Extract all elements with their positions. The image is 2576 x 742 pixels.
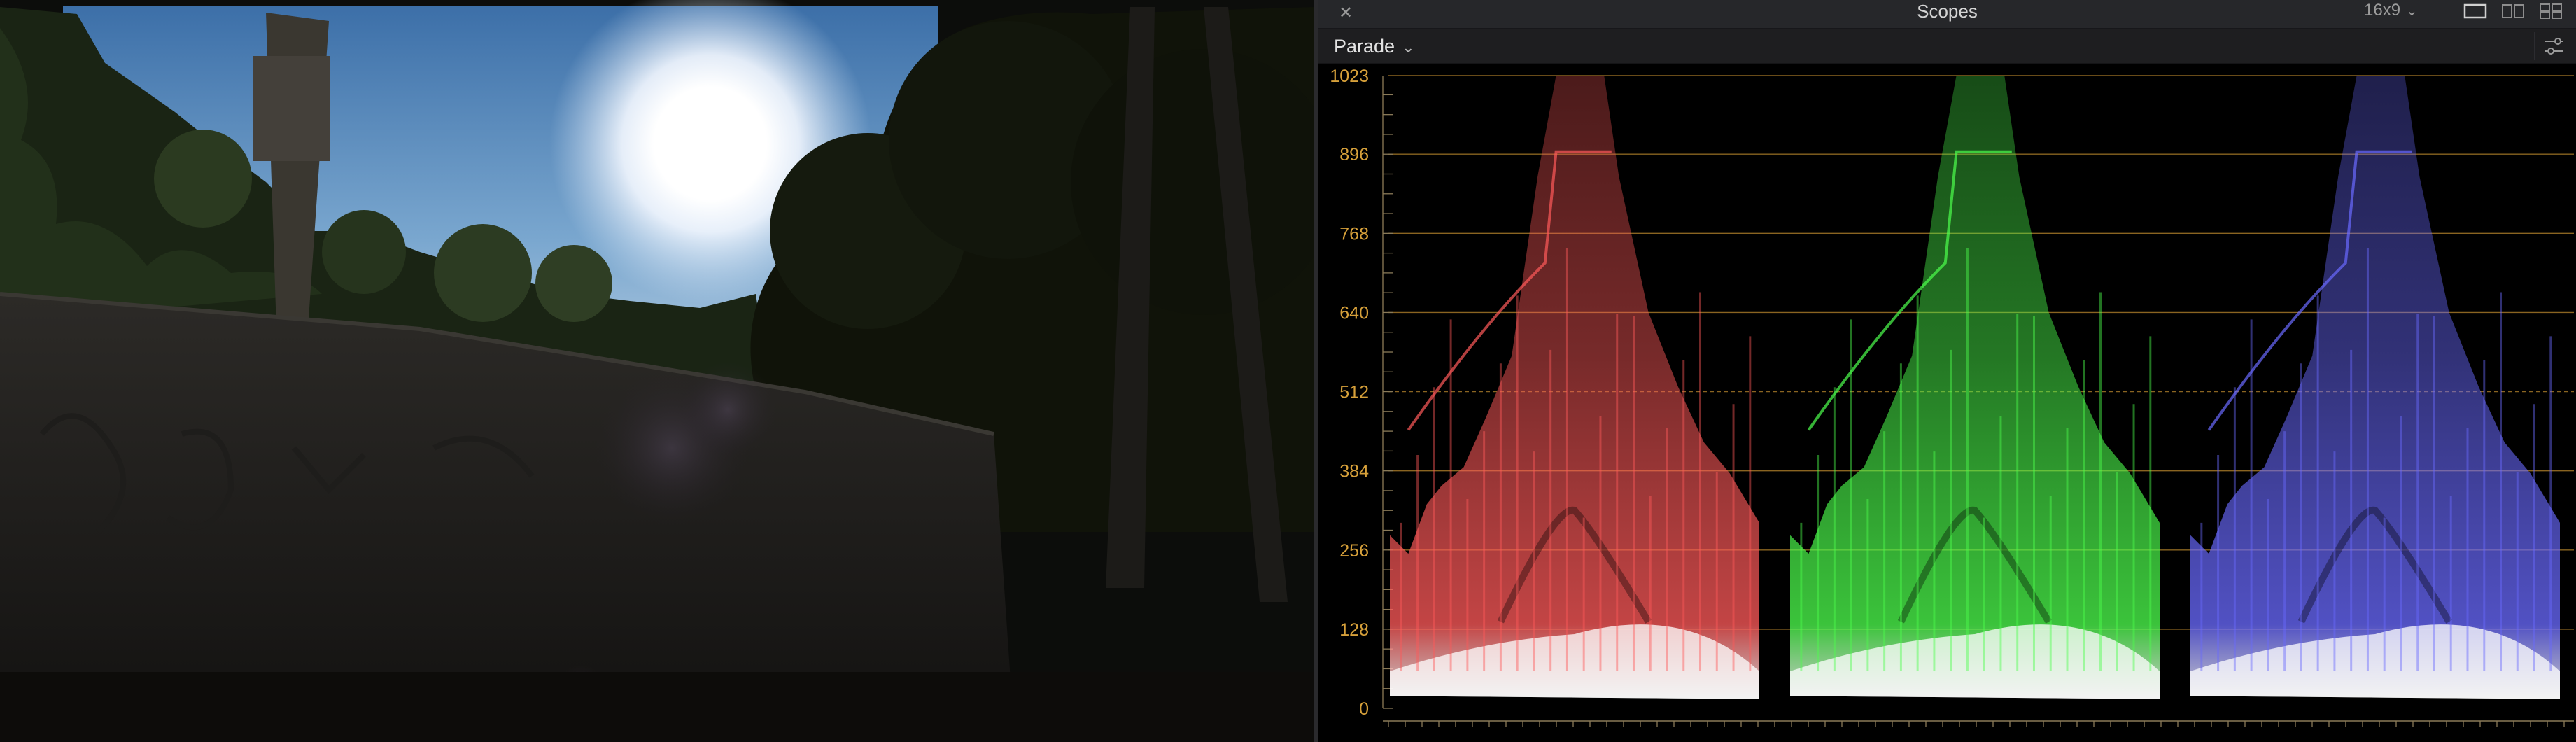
y-tick-label: 128 [1339,620,1369,640]
single-view-icon[interactable] [2463,3,2487,20]
quad-view-icon[interactable] [2539,3,2563,20]
chevron-down-icon: ⌄ [2406,4,2418,19]
scope-settings-icon[interactable] [2534,32,2572,60]
scopes-header: ✕ Scopes 16x9 ⌄ [1318,0,2576,29]
parade-scope: 0 128 256 384 512 640 768 896 1023 [1318,64,2576,742]
y-tick-label: 896 [1339,145,1369,164]
y-tick-label: 768 [1339,224,1369,244]
y-tick-label: 0 [1359,699,1369,719]
parade-chart: 0 128 256 384 512 640 768 896 1023 [1330,66,2574,727]
scope-mode-label: Parade [1334,36,1395,57]
chevron-down-icon: ⌄ [1402,38,1415,56]
y-tick-label: 384 [1339,462,1369,482]
y-tick-label: 512 [1339,383,1369,402]
channel-waveform-G [1790,76,2160,699]
close-icon[interactable]: ✕ [1337,4,1355,22]
aspect-ratio-dropdown[interactable]: 16x9 ⌄ [2364,0,2418,22]
y-tick-label: 1023 [1330,66,1369,86]
dual-view-icon[interactable] [2501,3,2525,20]
y-tick-label: 640 [1339,303,1369,323]
video-frame [0,0,1314,742]
aspect-ratio-label: 16x9 [2364,1,2401,20]
channel-waveform-B [2190,76,2560,699]
scope-mode-bar: Parade ⌄ [1318,29,2576,64]
scopes-panel: ✕ Scopes 16x9 ⌄ Parade ⌄ 0 128 256 384 51 [1318,0,2576,742]
scope-mode-dropdown[interactable]: Parade ⌄ [1334,35,1415,57]
y-tick-label: 256 [1339,541,1369,561]
channel-waveform-R [1390,76,1759,699]
video-viewer[interactable] [0,0,1314,742]
